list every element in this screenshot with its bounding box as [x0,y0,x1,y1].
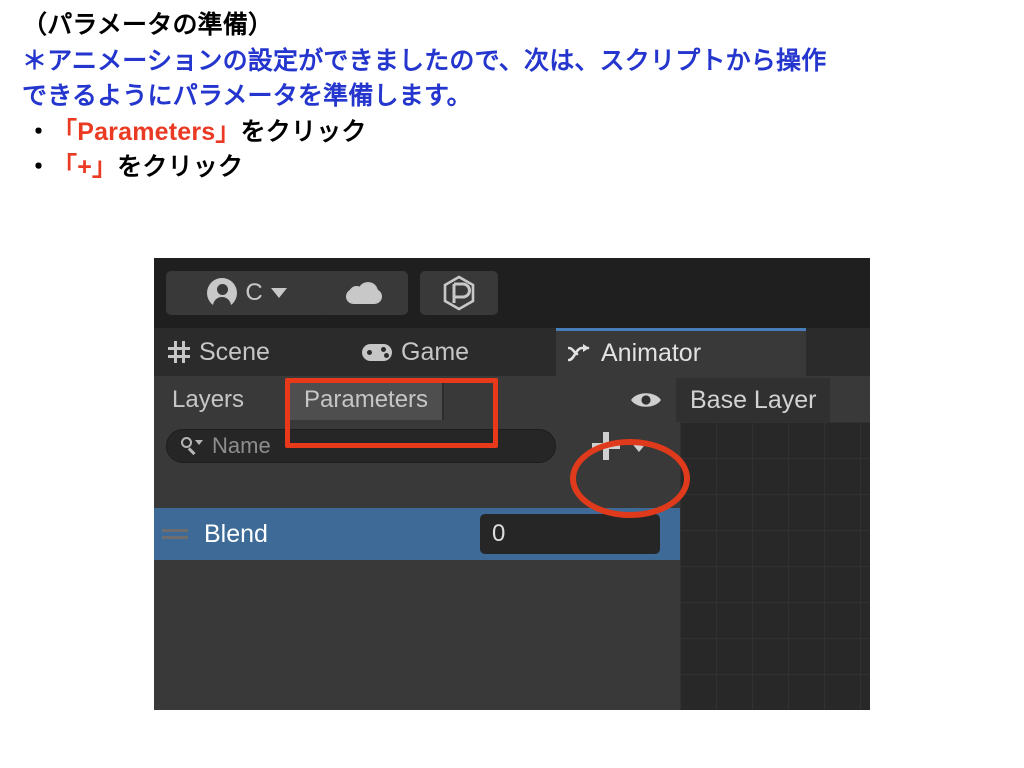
tab-scene[interactable]: Scene [156,328,282,376]
eye-icon [631,393,661,407]
parameter-row-blend[interactable]: Blend 0 [154,508,680,560]
tab-animator[interactable]: Animator [556,328,806,376]
base-layer-name[interactable]: Base Layer [676,378,831,422]
parameters-search-row: Name [154,422,680,470]
search-icon [181,437,203,455]
account-button[interactable]: C [166,271,328,315]
parameter-name: Blend [204,519,268,548]
editor-tab-bar: Scene Game Animator [154,328,870,376]
account-avatar-icon [207,278,238,313]
drag-handle-icon[interactable] [162,526,192,542]
animator-graph-canvas[interactable] [680,422,870,710]
animator-arrow-icon [567,343,592,364]
bullet-marker: ・ [26,117,52,146]
tab-animator-label: Animator [601,339,702,367]
chevron-down-icon [630,440,648,452]
slide-bullet-1: ・「Parameters」をクリック [22,115,1002,151]
bullet-2-highlight: 「+」 [52,153,118,181]
add-parameter-button[interactable] [578,426,662,466]
subtab-layers[interactable]: Layers [158,380,258,420]
grid-hash-icon [168,341,190,363]
slide-heading: （パラメータの準備） [22,11,274,39]
tab-game-label: Game [401,337,470,366]
slide-body-line-1: ＊アニメーションの設定ができましたので、次は、スクリプトから操作 [22,46,827,75]
tab-scene-label: Scene [199,337,270,366]
slide-body-line-2: できるようにパラメータを準備します。 [22,82,472,110]
account-label: C [245,279,263,306]
plus-icon [592,432,620,460]
unity-top-toolbar: C [154,258,870,328]
bullet-1-highlight: 「Parameters」 [52,117,241,146]
slide-bullet-2: ・「+」をクリック [22,150,1002,186]
bullet-1-rest: をクリック [240,117,367,146]
subtab-parameters[interactable]: Parameters [290,380,445,420]
search-input[interactable]: Name [166,429,556,463]
parameter-value-field[interactable]: 0 [480,514,660,554]
parameters-list: Blend 0 [154,470,680,710]
slide-text-block: （パラメータの準備） ＊アニメーションの設定ができましたので、次は、スクリプトか… [22,8,1002,186]
layer-visibility-toggle[interactable] [626,382,666,418]
bullet-marker: ・ [26,153,52,181]
animator-subtab-bar: Layers Parameters Base Layer [154,376,870,422]
unity-package-hex-icon [443,275,475,311]
unity-editor-screenshot: C Scene Game Animator Layers Parameters … [154,258,870,710]
chevron-down-icon [270,288,287,298]
search-placeholder: Name [212,433,271,458]
bullet-2-rest: をクリック [117,153,244,181]
package-manager-button[interactable] [420,271,498,315]
cloud-button[interactable] [320,271,408,315]
cloud-icon [346,282,382,304]
gamepad-icon [362,343,392,361]
tab-game[interactable]: Game [350,328,481,376]
